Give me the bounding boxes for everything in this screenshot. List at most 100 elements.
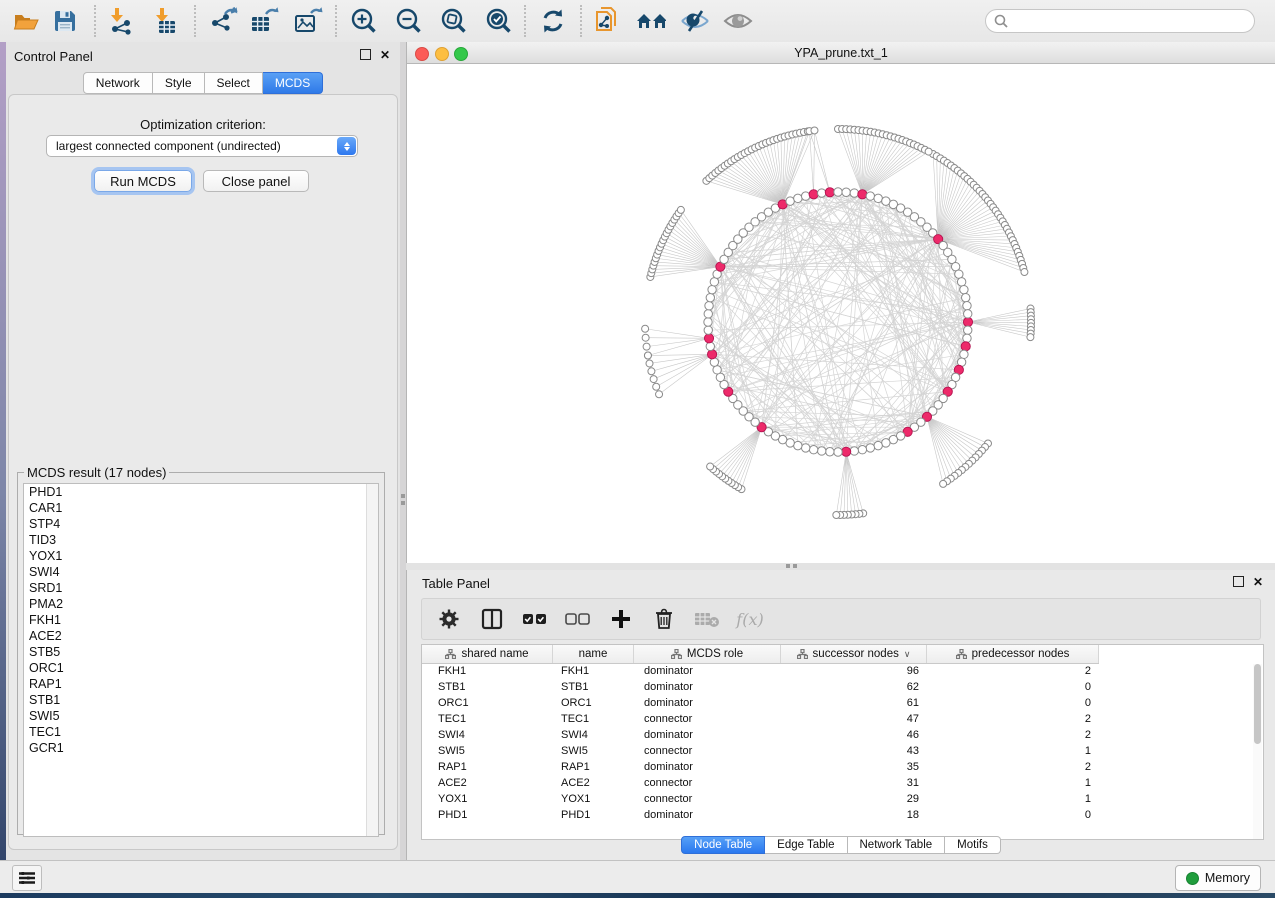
close-panel-button[interactable]: Close panel <box>203 170 309 192</box>
table-row[interactable]: YOX1YOX1connector291 <box>422 791 1263 807</box>
result-item[interactable]: CAR1 <box>24 500 378 516</box>
tab-mcds[interactable]: MCDS <box>263 72 323 94</box>
column-header-predecessor-nodes[interactable]: predecessor nodes <box>927 645 1099 663</box>
horizontal-splitter[interactable] <box>406 563 1275 570</box>
control-panel-header: Control Panel ✕ <box>6 42 400 70</box>
cell-successor-nodes: 29 <box>781 793 927 805</box>
table-row[interactable]: ACE2ACE2connector311 <box>422 775 1263 791</box>
toolbar-separator <box>580 5 582 37</box>
result-item[interactable]: YOX1 <box>24 548 378 564</box>
network-canvas-area[interactable] <box>407 64 1275 563</box>
table-row[interactable]: SWI5SWI5connector431 <box>422 743 1263 759</box>
column-header-name[interactable]: name <box>553 645 634 663</box>
homes-icon[interactable] <box>636 7 666 35</box>
import-table-icon[interactable] <box>150 7 180 35</box>
cell-predecessor-nodes: 1 <box>927 745 1099 757</box>
cell-successor-nodes: 62 <box>781 681 927 693</box>
cell-predecessor-nodes: 2 <box>927 665 1099 677</box>
result-item[interactable]: FKH1 <box>24 612 378 628</box>
eye-slash-icon[interactable] <box>680 7 710 35</box>
table-row[interactable]: TEC1TEC1connector472 <box>422 711 1263 727</box>
mcds-result-list[interactable]: PHD1CAR1STP4TID3YOX1SWI4SRD1PMA2FKH1ACE2… <box>23 483 379 837</box>
network-search-field[interactable] <box>985 9 1255 33</box>
tab-node-table[interactable]: Node Table <box>681 836 765 854</box>
add-column-icon[interactable] <box>608 606 634 632</box>
table-scrollbar[interactable] <box>1253 664 1262 839</box>
column-header-successor-nodes[interactable]: successor nodes∨ <box>781 645 927 663</box>
tab-network[interactable]: Network <box>83 72 153 94</box>
zoom-out-icon[interactable] <box>394 7 424 35</box>
table-row[interactable]: SWI4SWI4dominator462 <box>422 727 1263 743</box>
table-row[interactable]: ORC1ORC1dominator610 <box>422 695 1263 711</box>
cell-name: SWI4 <box>553 729 634 741</box>
table-settings-gear-icon[interactable] <box>436 606 462 632</box>
cell-predecessor-nodes: 0 <box>927 697 1099 709</box>
close-table-panel-icon[interactable]: ✕ <box>1253 577 1263 587</box>
table-toolbar: f(x) <box>421 598 1261 640</box>
tab-select[interactable]: Select <box>205 72 263 94</box>
result-item[interactable]: TEC1 <box>24 724 378 740</box>
criterion-dropdown[interactable]: largest connected component (undirected) <box>46 135 358 157</box>
table-row[interactable]: FKH1FKH1dominator962 <box>422 663 1263 679</box>
result-item[interactable]: SWI4 <box>24 564 378 580</box>
cell-successor-nodes: 96 <box>781 665 927 677</box>
column-header-MCDS-role[interactable]: MCDS role <box>634 645 781 663</box>
result-item[interactable]: TID3 <box>24 532 378 548</box>
tab-network-table[interactable]: Network Table <box>848 836 946 854</box>
cell-MCDS-role: dominator <box>634 681 781 693</box>
memory-button[interactable]: Memory <box>1175 865 1261 891</box>
cell-shared-name: YOX1 <box>422 793 553 805</box>
result-item[interactable]: GCR1 <box>24 740 378 756</box>
table-rows: FKH1FKH1dominator962STB1STB1dominator620… <box>422 663 1263 823</box>
eye-icon[interactable] <box>723 7 753 35</box>
select-all-icon[interactable] <box>522 606 548 632</box>
export-table-icon[interactable] <box>250 7 280 35</box>
result-item[interactable]: STB1 <box>24 692 378 708</box>
network-canvas[interactable] <box>407 64 1275 563</box>
tab-style[interactable]: Style <box>153 72 205 94</box>
result-item[interactable]: SWI5 <box>24 708 378 724</box>
table-row[interactable]: STB1STB1dominator620 <box>422 679 1263 695</box>
run-mcds-button[interactable]: Run MCDS <box>94 170 192 192</box>
status-bar: Memory <box>0 860 1275 893</box>
result-item[interactable]: RAP1 <box>24 676 378 692</box>
result-item[interactable]: PMA2 <box>24 596 378 612</box>
cell-shared-name: SWI4 <box>422 729 553 741</box>
network-window-titlebar[interactable]: YPA_prune.txt_1 <box>407 42 1275 64</box>
float-panel-icon[interactable] <box>360 49 371 60</box>
column-header-shared-name[interactable]: shared name <box>422 645 553 663</box>
zoom-selected-icon[interactable] <box>484 7 514 35</box>
cell-successor-nodes: 46 <box>781 729 927 741</box>
cell-name: ACE2 <box>553 777 634 789</box>
table-row[interactable]: RAP1RAP1dominator352 <box>422 759 1263 775</box>
save-icon[interactable] <box>50 7 80 35</box>
search-icon <box>994 14 1008 28</box>
result-item[interactable]: PHD1 <box>24 484 378 500</box>
zoom-fit-icon[interactable] <box>439 7 469 35</box>
table-row[interactable]: PHD1PHD1dominator180 <box>422 807 1263 823</box>
tab-motifs[interactable]: Motifs <box>945 836 1001 854</box>
result-item[interactable]: ORC1 <box>24 660 378 676</box>
zoom-in-icon[interactable] <box>349 7 379 35</box>
delete-column-icon[interactable] <box>651 606 677 632</box>
table-panel-tabs: Node TableEdge TableNetwork TableMotifs <box>407 836 1275 854</box>
export-image-icon[interactable] <box>294 7 324 35</box>
tab-edge-table[interactable]: Edge Table <box>765 836 847 854</box>
import-network-icon[interactable] <box>106 7 136 35</box>
open-icon[interactable] <box>11 7 41 35</box>
result-item[interactable]: STB5 <box>24 644 378 660</box>
float-table-panel-icon[interactable] <box>1233 576 1244 587</box>
cell-MCDS-role: dominator <box>634 761 781 773</box>
panel-menu-button[interactable] <box>12 865 42 891</box>
result-item[interactable]: STP4 <box>24 516 378 532</box>
export-network-icon[interactable] <box>208 7 238 35</box>
result-item[interactable]: SRD1 <box>24 580 378 596</box>
clone-network-icon[interactable] <box>592 7 622 35</box>
result-item[interactable]: ACE2 <box>24 628 378 644</box>
result-list-scrollbar[interactable] <box>366 484 378 836</box>
show-columns-icon[interactable] <box>479 606 505 632</box>
close-panel-icon[interactable]: ✕ <box>380 50 390 60</box>
refresh-icon[interactable] <box>538 7 568 35</box>
search-input[interactable] <box>1008 14 1254 28</box>
deselect-all-icon[interactable] <box>565 606 591 632</box>
